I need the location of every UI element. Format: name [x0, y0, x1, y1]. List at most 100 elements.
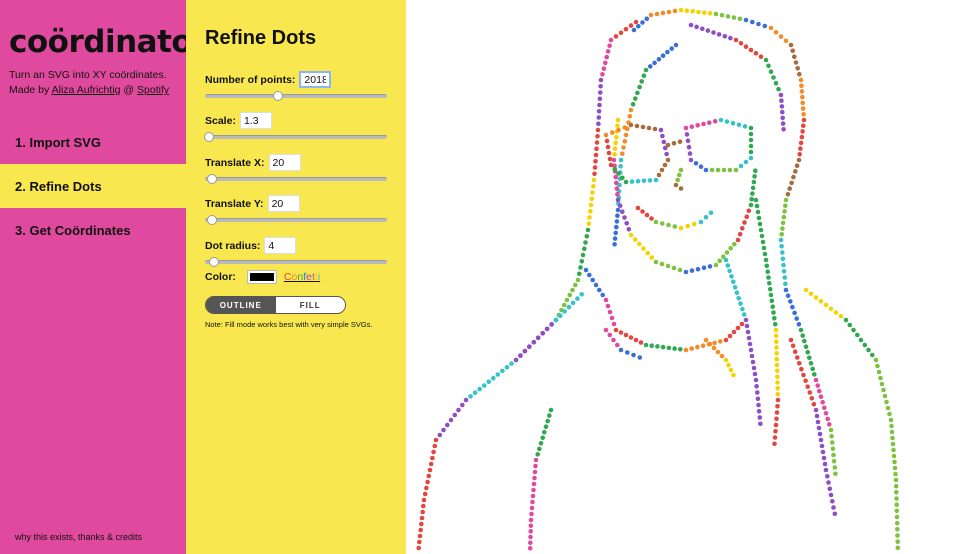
- dot: [792, 349, 798, 355]
- dot: [617, 203, 623, 209]
- dot: [618, 164, 623, 169]
- dot: [611, 157, 617, 163]
- points-input[interactable]: [299, 71, 332, 88]
- translate-y-slider-thumb[interactable]: [207, 215, 218, 225]
- dot: [802, 338, 807, 344]
- dot: [701, 121, 706, 127]
- dot: [761, 245, 767, 251]
- dot: [825, 474, 830, 479]
- dot: [722, 34, 728, 39]
- dot: [653, 177, 659, 183]
- dot: [711, 30, 716, 35]
- dot: [807, 355, 812, 361]
- dot: [597, 96, 603, 102]
- dot: [614, 180, 619, 186]
- dot: [672, 224, 678, 229]
- dot: [666, 345, 672, 351]
- outline-mode-button[interactable]: OUTLINE: [206, 297, 276, 313]
- nav-import-svg[interactable]: 1. Import SVG: [0, 120, 186, 164]
- author-link[interactable]: Aliza Aufrichtig: [52, 84, 121, 96]
- dot: [822, 405, 827, 411]
- translate-x-input[interactable]: [268, 154, 301, 171]
- dot: [612, 236, 618, 241]
- fill-mode-button[interactable]: FILL: [275, 297, 345, 313]
- dot: [800, 100, 805, 106]
- dot: [757, 415, 763, 420]
- scale-slider[interactable]: [203, 132, 387, 142]
- dot: [592, 171, 597, 177]
- dot: [748, 149, 754, 155]
- dot: [522, 348, 528, 354]
- dot: [778, 237, 784, 243]
- dot: [633, 96, 638, 101]
- dot: [673, 182, 679, 188]
- dot: [548, 407, 554, 413]
- dot: [609, 315, 615, 321]
- dot: [614, 134, 619, 140]
- dot: [677, 139, 683, 144]
- dot: [827, 486, 833, 492]
- dot: [705, 28, 711, 33]
- dot: [614, 186, 620, 191]
- translate-y-slider[interactable]: [205, 215, 387, 225]
- dot: [677, 267, 683, 273]
- dot: [795, 66, 800, 71]
- dot: [816, 425, 822, 431]
- dot: [811, 401, 817, 407]
- dot: [615, 342, 620, 348]
- dot: [744, 214, 749, 219]
- points-slider-thumb[interactable]: [272, 91, 283, 101]
- dot: [875, 363, 880, 369]
- dot: [678, 347, 683, 352]
- dot: [737, 16, 743, 22]
- dot: [711, 345, 717, 351]
- dot: [756, 402, 761, 408]
- dot: [633, 337, 639, 343]
- nav-get-coordinates[interactable]: 3. Get Coördinates: [0, 208, 186, 252]
- dot: [721, 167, 727, 173]
- scale-slider-thumb[interactable]: [203, 132, 214, 142]
- dot: [598, 77, 604, 83]
- dot-radius-label: Dot radius:: [205, 239, 261, 252]
- dot: [828, 427, 834, 433]
- dot: [758, 421, 763, 427]
- translate-x-slider[interactable]: [205, 174, 387, 184]
- dot: [738, 301, 743, 306]
- dot: [718, 339, 723, 344]
- translate-y-input[interactable]: [267, 195, 300, 212]
- company-link[interactable]: Spotify: [137, 84, 169, 96]
- dot: [749, 197, 754, 202]
- scale-input[interactable]: [239, 112, 272, 129]
- translate-x-slider-thumb[interactable]: [207, 174, 218, 184]
- dot: [717, 258, 722, 264]
- dot: [742, 124, 748, 129]
- confetti-link[interactable]: Confetti: [284, 271, 320, 283]
- dot: [758, 54, 764, 59]
- credits-link[interactable]: why this exists, thanks & credits: [15, 532, 142, 542]
- nav-refine-dots[interactable]: 2. Refine Dots: [0, 164, 186, 208]
- dot: [637, 355, 643, 360]
- dot: [895, 545, 901, 551]
- dot: [618, 347, 624, 353]
- dot: [491, 375, 496, 381]
- dot: [855, 332, 860, 338]
- at-text: @: [123, 84, 135, 96]
- dot: [591, 184, 596, 189]
- dot: [894, 514, 900, 520]
- dot: [631, 352, 636, 358]
- points-slider[interactable]: [205, 91, 387, 101]
- dot-radius-slider[interactable]: [205, 257, 387, 267]
- color-swatch[interactable]: [246, 270, 277, 284]
- dot: [549, 322, 554, 327]
- dot: [798, 327, 804, 333]
- dot: [847, 322, 853, 328]
- dot: [673, 42, 679, 48]
- dot: [832, 511, 838, 517]
- dot: [788, 42, 794, 48]
- app-logo[interactable]: coördinator: [9, 24, 207, 60]
- dot-radius-input[interactable]: [264, 237, 297, 254]
- dot: [613, 174, 618, 180]
- dot: [644, 16, 650, 22]
- dot-radius-slider-thumb[interactable]: [209, 257, 220, 267]
- dot: [727, 268, 732, 274]
